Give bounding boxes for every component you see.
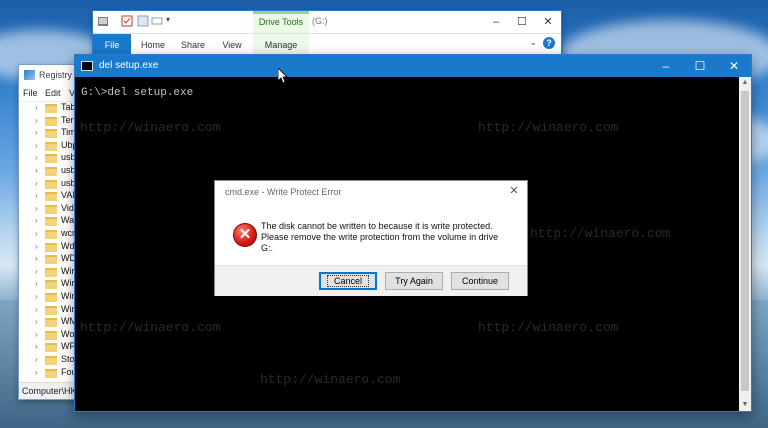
expand-arrow-icon[interactable]: › — [35, 116, 38, 125]
folder-icon — [45, 330, 57, 340]
folder-icon — [45, 129, 57, 139]
cancel-button[interactable]: Cancel — [319, 272, 377, 290]
folder-icon — [45, 267, 57, 277]
dialog-message: The disk cannot be written to because it… — [261, 221, 499, 253]
expand-arrow-icon[interactable]: › — [35, 216, 38, 225]
scroll-down-icon[interactable]: ▼ — [739, 399, 751, 411]
menu-file[interactable]: File — [23, 88, 38, 98]
expand-arrow-icon[interactable]: › — [35, 368, 38, 377]
expand-arrow-icon[interactable]: › — [35, 279, 38, 288]
expand-arrow-icon[interactable]: › — [35, 191, 38, 200]
expand-arrow-icon[interactable]: › — [35, 179, 38, 188]
expand-arrow-icon[interactable]: › — [35, 128, 38, 137]
console-title: del setup.exe — [99, 60, 159, 71]
folder-icon — [45, 154, 57, 164]
folder-icon — [45, 230, 57, 239]
folder-icon — [45, 305, 57, 315]
folder-icon — [45, 192, 57, 202]
tab-home[interactable]: Home — [135, 34, 171, 56]
help-icon[interactable]: ? — [543, 37, 555, 49]
drive-tools-context-tab: Drive Tools — [253, 11, 309, 33]
console-output[interactable]: G:\>del setup.exe — [81, 87, 193, 99]
continue-button[interactable]: Continue — [451, 272, 509, 290]
tab-share[interactable]: Share — [175, 34, 211, 56]
scroll-up-icon[interactable]: ▲ — [739, 77, 751, 89]
folder-icon — [45, 242, 57, 252]
folder-icon — [45, 141, 57, 151]
expand-arrow-icon[interactable]: › — [35, 242, 38, 251]
explorer-window-title: (G:) — [312, 16, 328, 26]
folder-icon — [45, 104, 57, 113]
maximize-button[interactable]: ☐ — [509, 11, 535, 33]
try-again-button[interactable]: Try Again — [385, 272, 443, 290]
console-scrollbar[interactable]: ▲ ▼ — [739, 77, 751, 411]
expand-arrow-icon[interactable]: › — [35, 292, 38, 301]
try-again-button-label: Try Again — [395, 276, 433, 286]
folder-icon — [45, 343, 57, 353]
expand-arrow-icon[interactable]: › — [35, 254, 38, 263]
console-maximize-button[interactable]: ☐ — [683, 55, 717, 77]
file-explorer-window[interactable]: ▾ Drive Tools (G:) – ☐ ✕ File Home Share… — [92, 10, 562, 56]
expand-arrow-icon[interactable]: › — [35, 204, 38, 213]
rename-icon[interactable] — [151, 15, 163, 27]
folder-icon — [45, 318, 57, 328]
tab-manage[interactable]: Manage — [253, 34, 309, 56]
dialog-close-icon[interactable]: ✕ — [507, 184, 521, 198]
expand-arrow-icon[interactable]: › — [35, 141, 38, 150]
expand-arrow-icon[interactable]: › — [35, 317, 38, 326]
dialog-button-bar: Cancel Try Again Continue — [215, 265, 527, 296]
menu-edit[interactable]: Edit — [45, 88, 61, 98]
folder-icon — [45, 179, 57, 189]
folder-icon — [45, 356, 57, 365]
console-minimize-button[interactable]: – — [649, 55, 683, 77]
folder-icon — [45, 116, 57, 126]
folder-icon — [45, 204, 57, 214]
expand-arrow-icon[interactable]: › — [35, 305, 38, 314]
error-icon: ✕ — [233, 223, 257, 247]
explorer-titlebar[interactable]: ▾ Drive Tools (G:) – ☐ ✕ — [93, 11, 561, 33]
dialog-title: cmd.exe - Write Protect Error — [225, 187, 342, 197]
continue-button-label: Continue — [461, 276, 499, 286]
new-folder-icon[interactable] — [137, 15, 149, 27]
expand-arrow-icon[interactable]: › — [35, 103, 38, 112]
properties-icon[interactable] — [121, 15, 133, 27]
folder-icon — [45, 293, 57, 302]
explorer-ribbon-tabs: File Home Share View Manage — [93, 33, 561, 56]
ribbon-expand-icon[interactable]: ⌄ — [529, 37, 537, 48]
mouse-cursor-icon — [278, 68, 288, 84]
tab-view[interactable]: View — [215, 34, 249, 56]
folder-icon — [45, 368, 57, 378]
close-button[interactable]: ✕ — [535, 11, 561, 33]
expand-arrow-icon[interactable]: › — [35, 267, 38, 276]
folder-icon — [45, 255, 57, 265]
expand-arrow-icon[interactable]: › — [35, 229, 38, 238]
customize-qat-icon[interactable]: ▾ — [166, 15, 178, 27]
dialog-body: ✕ The disk cannot be written to because … — [215, 205, 527, 265]
folder-icon — [45, 280, 57, 290]
write-protect-error-dialog[interactable]: cmd.exe - Write Protect Error ✕ ✕ The di… — [214, 180, 528, 296]
tab-file[interactable]: File — [93, 34, 131, 56]
expand-arrow-icon[interactable]: › — [35, 330, 38, 339]
expand-arrow-icon[interactable]: › — [35, 355, 38, 364]
explorer-app-icon — [98, 17, 108, 26]
minimize-button[interactable]: – — [483, 11, 509, 33]
console-titlebar[interactable]: del setup.exe – ☐ ✕ — [75, 55, 751, 77]
regedit-app-icon — [24, 70, 35, 80]
expand-arrow-icon[interactable]: › — [35, 153, 38, 162]
folder-icon — [45, 217, 57, 227]
expand-arrow-icon[interactable]: › — [35, 166, 38, 175]
folder-icon — [45, 167, 57, 176]
console-close-button[interactable]: ✕ — [717, 55, 751, 77]
console-app-icon — [81, 61, 93, 71]
expand-arrow-icon[interactable]: › — [35, 342, 38, 351]
cancel-button-label: Cancel — [326, 275, 369, 287]
scroll-thumb[interactable] — [741, 91, 749, 391]
